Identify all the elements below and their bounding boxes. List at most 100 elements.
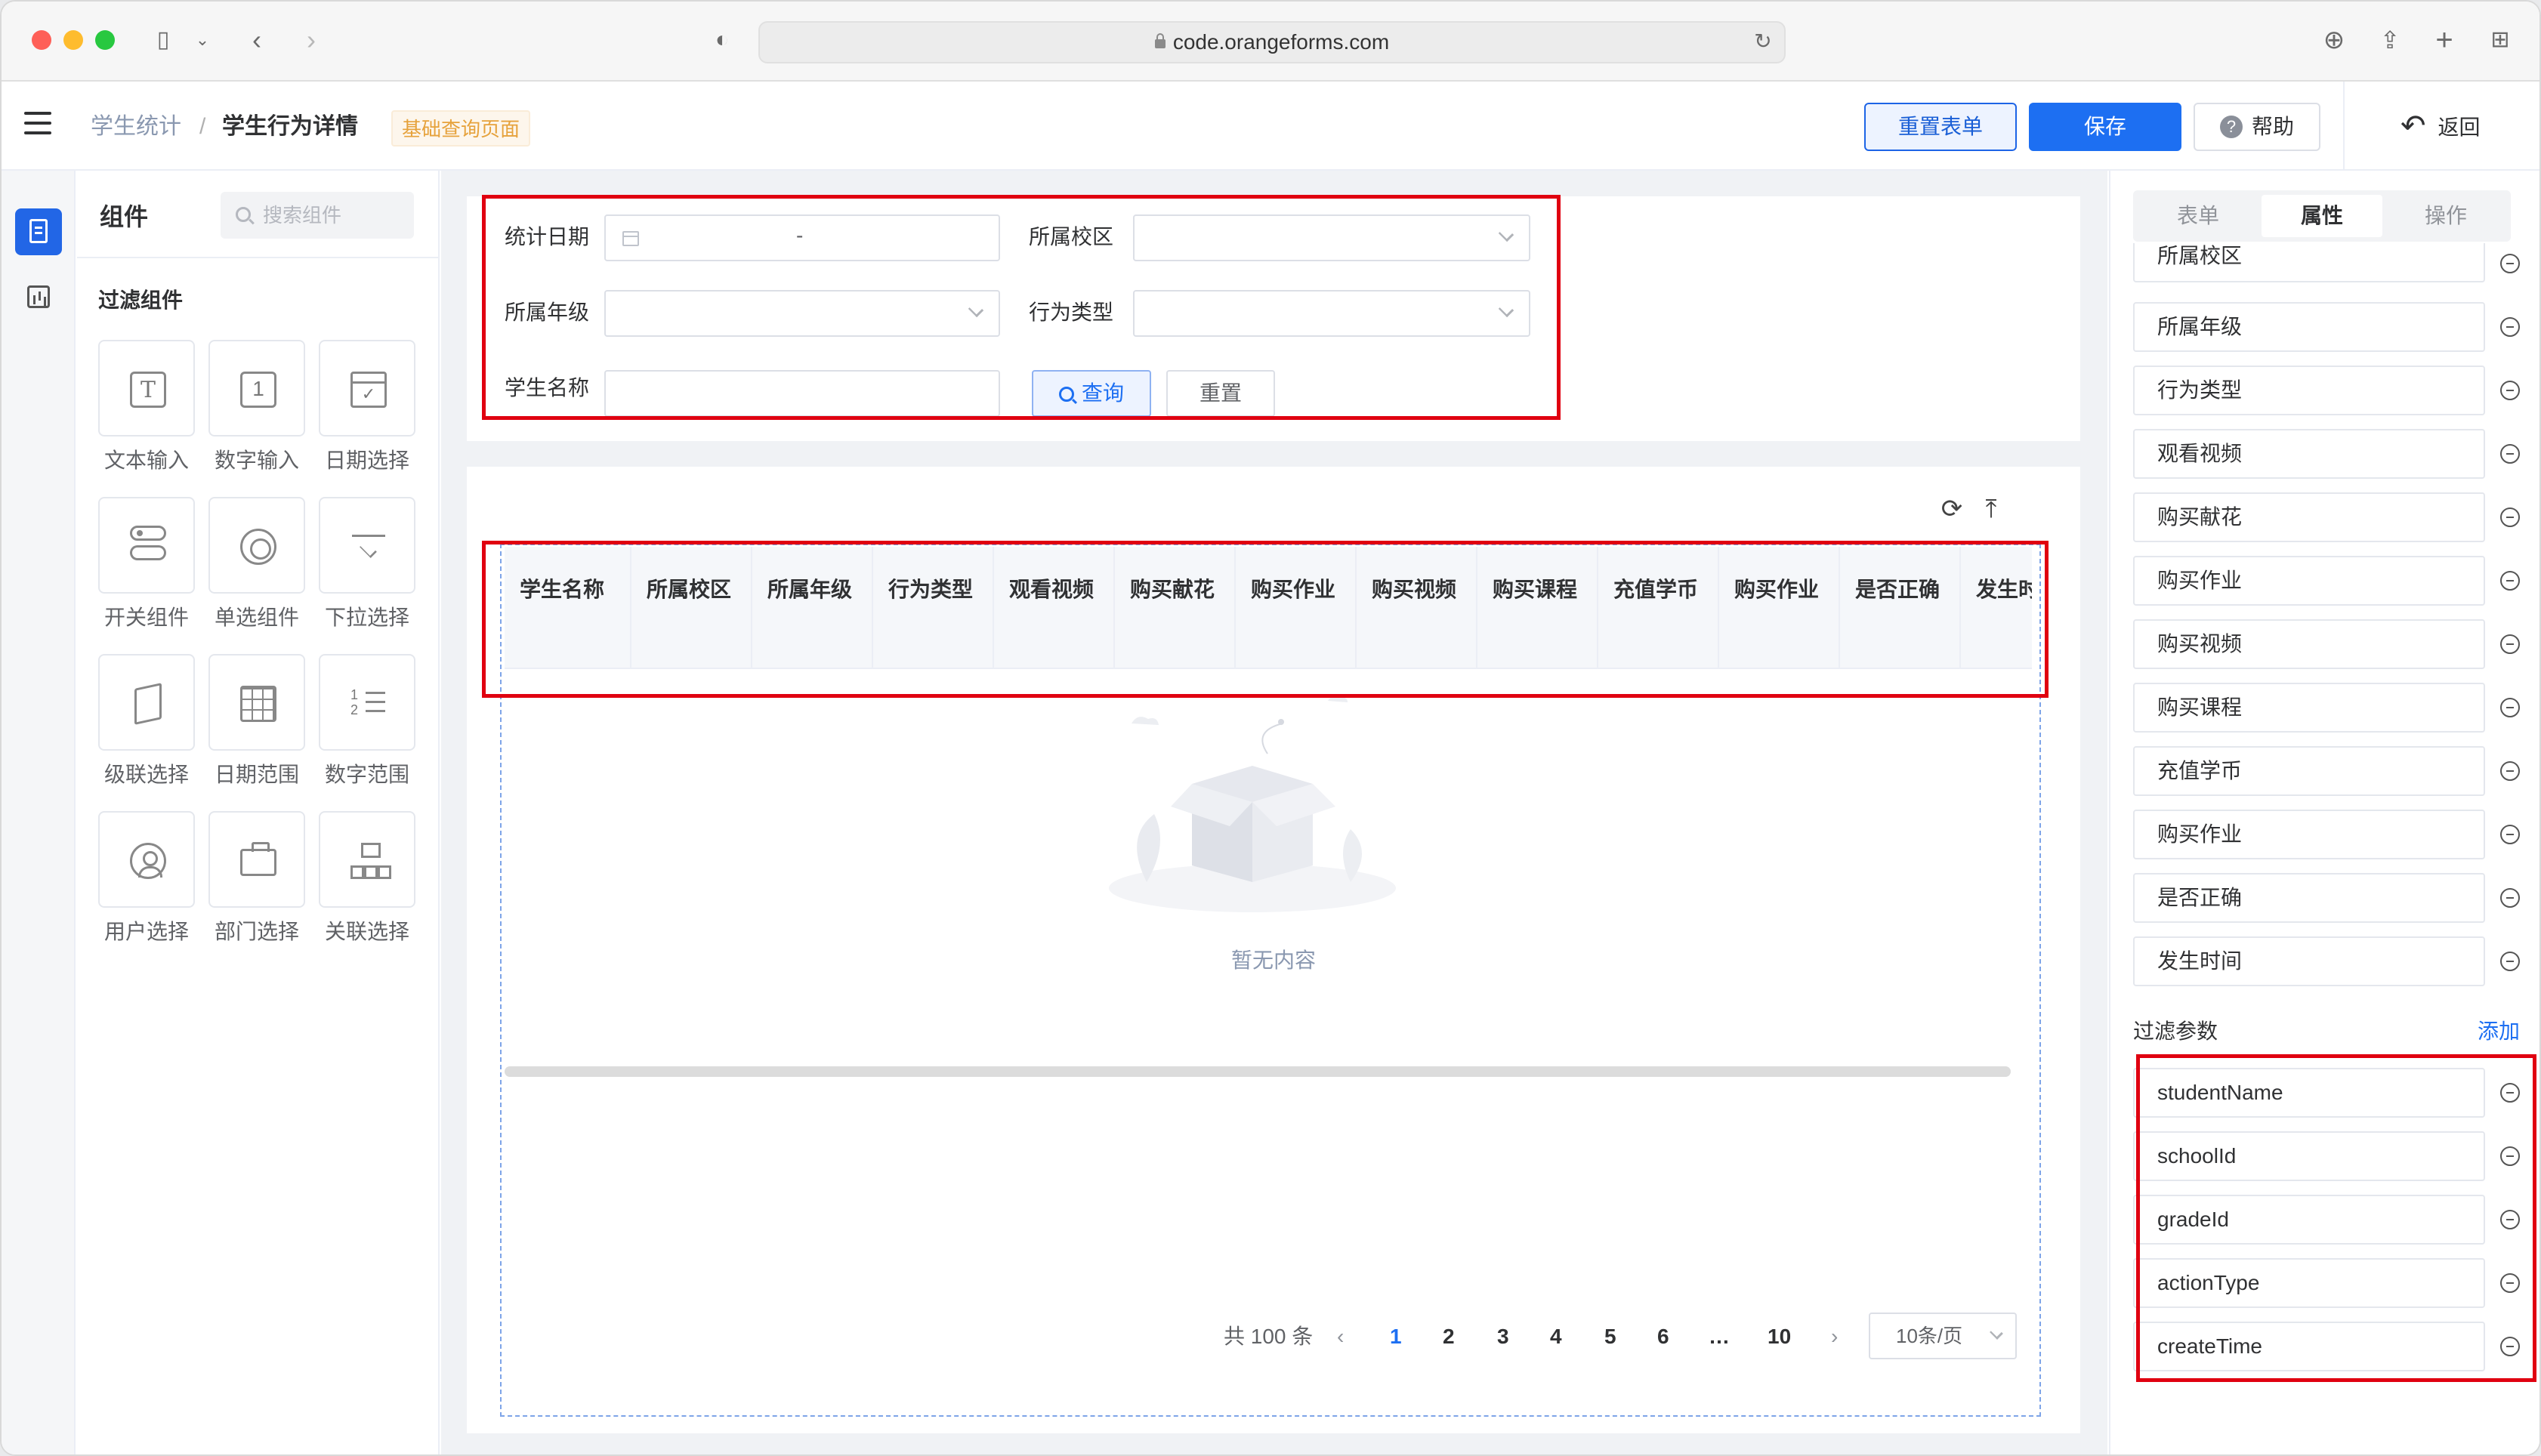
chevron-down-icon[interactable]: ⌄ xyxy=(193,24,211,56)
column-item[interactable]: 是否正确 xyxy=(2133,873,2485,923)
page-size-select[interactable]: 10条/页 xyxy=(1869,1313,2017,1359)
page-button[interactable]: 4 xyxy=(1550,1322,1562,1352)
column-header[interactable]: 购买作业 xyxy=(1236,547,1357,668)
column-item[interactable]: 所属年级 xyxy=(2133,302,2485,352)
minimize-window-button[interactable] xyxy=(63,30,83,50)
remove-icon[interactable] xyxy=(2500,952,2520,971)
column-header[interactable]: 所属校区 xyxy=(631,547,752,668)
column-item[interactable]: 行为类型 xyxy=(2133,366,2485,415)
column-header[interactable]: 发生时间 xyxy=(1961,547,2032,668)
reload-icon[interactable]: ↻ xyxy=(1749,26,1777,57)
remove-icon[interactable] xyxy=(2500,381,2520,400)
export-icon[interactable]: ⤒ xyxy=(1976,494,2006,524)
tab-operations[interactable]: 操作 xyxy=(2385,195,2506,237)
page-ellipsis[interactable]: … xyxy=(1709,1322,1730,1352)
remove-icon[interactable] xyxy=(2500,254,2520,273)
remove-icon[interactable] xyxy=(2500,698,2520,717)
back-nav-icon[interactable]: ‹ xyxy=(242,24,272,56)
column-header[interactable]: 学生名称 xyxy=(505,547,631,668)
component-dropdown[interactable]: 下拉选择 xyxy=(319,497,415,631)
share-icon[interactable]: ⇪ xyxy=(2373,24,2407,56)
component-user-select[interactable]: 用户选择 xyxy=(98,811,195,945)
component-search-input[interactable]: 搜索组件 xyxy=(221,192,414,239)
column-header[interactable]: 购买作业 xyxy=(1719,547,1840,668)
filter-param-item[interactable]: createTime xyxy=(2133,1322,2485,1371)
remove-icon[interactable] xyxy=(2500,1146,2520,1166)
column-item[interactable]: 购买视频 xyxy=(2133,619,2485,669)
page-button[interactable]: 1 xyxy=(1390,1322,1402,1352)
query-button[interactable]: 查询 xyxy=(1032,370,1151,417)
column-header[interactable]: 行为类型 xyxy=(873,547,994,668)
column-item[interactable]: 购买作业 xyxy=(2133,810,2485,859)
column-item[interactable]: 购买献花 xyxy=(2133,492,2485,542)
tab-overview-icon[interactable]: ⊞ xyxy=(2484,24,2517,56)
prev-page-icon[interactable]: ‹ xyxy=(1337,1322,1344,1352)
component-date-range[interactable]: 日期范围 xyxy=(208,654,305,788)
component-number-input[interactable]: 数字输入 xyxy=(208,340,305,474)
tab-attributes[interactable]: 属性 xyxy=(2262,195,2382,237)
page-button[interactable]: 3 xyxy=(1497,1322,1509,1352)
column-item[interactable]: 充值学币 xyxy=(2133,746,2485,796)
refresh-icon[interactable]: ⟳ xyxy=(1937,494,1967,524)
school-select[interactable] xyxy=(1133,214,1530,261)
close-window-button[interactable] xyxy=(32,30,51,50)
menu-icon[interactable] xyxy=(24,112,51,134)
student-name-input[interactable] xyxy=(604,370,1000,417)
filter-card[interactable]: 统计日期 - 所属校区 所属年级 行为类型 学生名称 查询 重置 xyxy=(467,195,2080,441)
address-bar[interactable]: code.orangeforms.com ↻ xyxy=(758,21,1786,63)
component-switch[interactable]: 开关组件 xyxy=(98,497,195,631)
download-icon[interactable]: ⊕ xyxy=(2317,24,2351,56)
column-item[interactable]: 购买作业 xyxy=(2133,556,2485,606)
remove-icon[interactable] xyxy=(2500,444,2520,464)
remove-icon[interactable] xyxy=(2500,1083,2520,1103)
reset-form-button[interactable]: 重置表单 xyxy=(1864,103,2017,151)
column-item[interactable]: 发生时间 xyxy=(2133,936,2485,986)
shield-icon[interactable]: ◐ xyxy=(707,24,737,56)
column-item[interactable]: 所属校区 xyxy=(2133,243,2485,282)
forward-nav-icon[interactable]: › xyxy=(296,24,326,56)
sidebar-toggle-icon[interactable]: ▯ xyxy=(145,24,181,56)
report-designer-tab[interactable] xyxy=(15,273,62,320)
page-button[interactable]: 6 xyxy=(1657,1322,1669,1352)
maximize-window-button[interactable] xyxy=(95,30,115,50)
remove-icon[interactable] xyxy=(2500,761,2520,781)
component-radio[interactable]: 单选组件 xyxy=(208,497,305,631)
remove-icon[interactable] xyxy=(2500,825,2520,844)
component-text-input[interactable]: 文本输入 xyxy=(98,340,195,474)
component-date-picker[interactable]: 日期选择 xyxy=(319,340,415,474)
column-item[interactable]: 购买课程 xyxy=(2133,683,2485,733)
remove-icon[interactable] xyxy=(2500,634,2520,654)
component-number-range[interactable]: 数字范围 xyxy=(319,654,415,788)
page-button[interactable]: 5 xyxy=(1604,1322,1616,1352)
component-cascader[interactable]: 级联选择 xyxy=(98,654,195,788)
horizontal-scrollbar[interactable] xyxy=(505,1066,2011,1077)
tab-form[interactable]: 表单 xyxy=(2138,195,2258,237)
save-button[interactable]: 保存 xyxy=(2029,103,2181,151)
remove-icon[interactable] xyxy=(2500,888,2520,908)
component-relation-select[interactable]: 关联选择 xyxy=(319,811,415,945)
column-header[interactable]: 所属年级 xyxy=(752,547,873,668)
remove-icon[interactable] xyxy=(2500,571,2520,591)
column-header[interactable]: 购买视频 xyxy=(1357,547,1477,668)
column-header[interactable]: 是否正确 xyxy=(1840,547,1961,668)
component-department-select[interactable]: 部门选择 xyxy=(208,811,305,945)
column-item[interactable]: 观看视频 xyxy=(2133,429,2485,479)
table-card[interactable]: ⟳ ⤒ 学生名称 所属校区 所属年级 行为类型 观看视频 购买献花 购买作业 购… xyxy=(467,467,2080,1433)
column-header[interactable]: 观看视频 xyxy=(994,547,1115,668)
back-button[interactable]: ↶ 返回 xyxy=(2401,109,2481,147)
help-button[interactable]: ? 帮助 xyxy=(2194,103,2320,151)
add-filter-param-link[interactable]: 添加 xyxy=(2478,1015,2520,1045)
column-header[interactable]: 充值学币 xyxy=(1598,547,1719,668)
remove-icon[interactable] xyxy=(2500,1210,2520,1229)
breadcrumb-parent[interactable]: 学生统计 xyxy=(91,110,181,143)
page-button[interactable]: 10 xyxy=(1768,1322,1791,1352)
remove-icon[interactable] xyxy=(2500,317,2520,337)
remove-icon[interactable] xyxy=(2500,1337,2520,1356)
grade-select[interactable] xyxy=(604,290,1000,337)
filter-reset-button[interactable]: 重置 xyxy=(1166,370,1275,417)
filter-param-item[interactable]: actionType xyxy=(2133,1258,2485,1308)
filter-param-item[interactable]: schoolId xyxy=(2133,1131,2485,1181)
column-header[interactable]: 购买课程 xyxy=(1477,547,1598,668)
page-button[interactable]: 2 xyxy=(1443,1322,1455,1352)
action-type-select[interactable] xyxy=(1133,290,1530,337)
